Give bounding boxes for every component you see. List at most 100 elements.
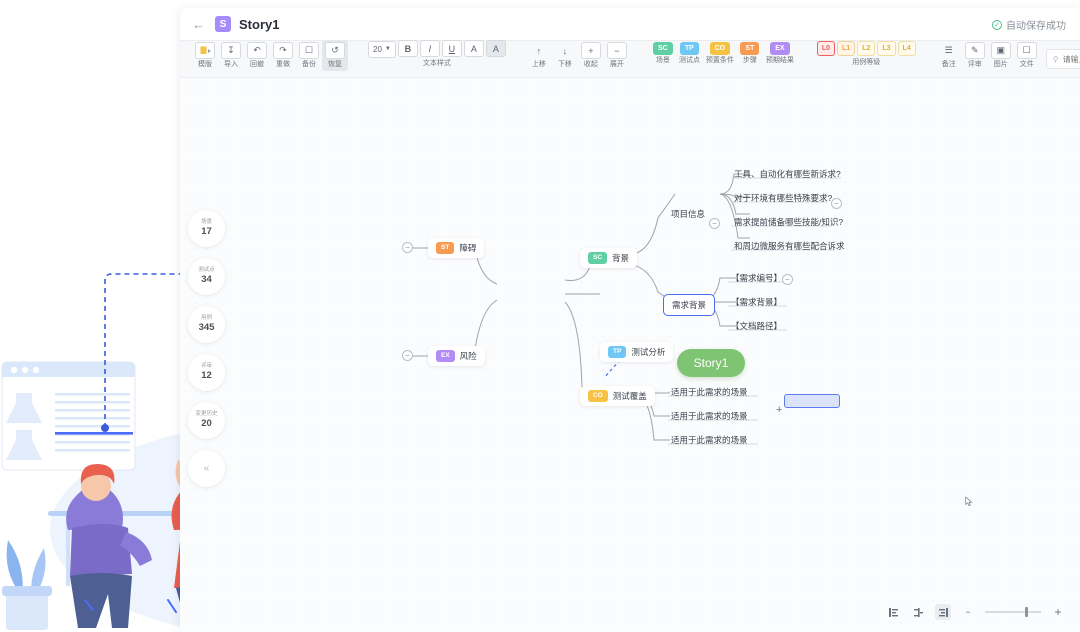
stat-scene-label: 场景 — [200, 219, 212, 225]
leaf-project-info-2[interactable]: 需求提前储备哪些技能/知识? — [731, 214, 846, 230]
leaf-project-info-1[interactable]: 对于环境有哪些特殊要求? — [731, 190, 835, 206]
backup-button[interactable]: ☐ 备份 — [296, 40, 322, 71]
node-test-analysis[interactable]: TP 测试分析 — [600, 342, 674, 362]
step-tag: ST — [740, 42, 760, 55]
case-type-testpoint-label: 测试点 — [678, 57, 700, 64]
expand-icon: − — [606, 42, 627, 59]
collapse-toggle-obstacle[interactable]: − — [402, 242, 413, 253]
import-button[interactable]: ↧ 导入 — [218, 40, 244, 71]
level-l1-button[interactable]: L1 — [837, 41, 856, 56]
back-arrow-icon[interactable]: ← — [192, 17, 205, 32]
undo-button[interactable]: ↶ 回撤 — [244, 40, 270, 71]
expand-button[interactable]: − 展开 — [604, 40, 630, 71]
file-button[interactable]: ☐ 文件 — [1014, 40, 1040, 71]
layout-left-icon[interactable] — [885, 604, 901, 620]
collapse-toggle-project-info[interactable]: − — [709, 218, 720, 229]
case-type-testpoint-button[interactable]: TP 测试点 — [676, 40, 703, 67]
level-l2-button[interactable]: L2 — [857, 41, 876, 56]
leaf-project-info-0[interactable]: 工具、自动化有哪些新诉求? — [731, 166, 844, 182]
image-button[interactable]: ▣ 图片 — [988, 40, 1014, 71]
search-box[interactable]: ⚲ — [1045, 49, 1080, 69]
template-button[interactable]: 模版 — [192, 40, 218, 71]
node-obstacle-label: 障碍 — [459, 243, 477, 253]
underline-button[interactable]: U — [441, 40, 462, 57]
scene-tag: SC — [588, 252, 608, 264]
template-label: 模版 — [198, 61, 212, 68]
leaf-test-cover-1[interactable]: 适用于此需求的场景 — [668, 408, 751, 424]
stat-case-value: 345 — [198, 322, 215, 333]
expected-tag: EX — [770, 42, 790, 55]
node-new-empty[interactable] — [784, 394, 840, 408]
case-type-step-button[interactable]: ST 步骤 — [737, 40, 763, 67]
node-obstacle[interactable]: ST 障碍 — [428, 238, 485, 258]
restore-button[interactable]: ↺ 恢复 — [322, 40, 348, 71]
stat-change-history-label: 变更历史 — [195, 411, 218, 417]
highlight-color-button[interactable]: A — [485, 40, 506, 57]
collapse-toggle-req-bg-0[interactable]: − — [782, 274, 793, 285]
zoom-slider[interactable] — [985, 607, 1041, 617]
node-test-coverage[interactable]: CO 测试覆盖 — [580, 386, 655, 406]
mindmap-canvas[interactable]: Story1 SC 背景 项目信息 − 工具、自动化有哪些新诉求? 对于环境有哪… — [180, 78, 1080, 632]
zoom-slider-handle[interactable] — [1025, 607, 1028, 617]
move-down-label: 下移 — [557, 61, 572, 68]
stat-review[interactable]: 评审 12 — [188, 354, 225, 391]
stat-change-history[interactable]: 变更历史 20 — [188, 402, 225, 439]
node-project-info[interactable]: 项目信息 — [667, 206, 709, 222]
add-node-icon[interactable]: + — [776, 404, 782, 416]
bold-button[interactable]: B — [397, 40, 418, 57]
zoom-out-button[interactable]: − — [960, 604, 976, 620]
search-input[interactable] — [1062, 54, 1080, 64]
node-requirement-background[interactable]: 需求背景 — [663, 294, 716, 316]
node-scene-background[interactable]: SC 背景 — [580, 248, 638, 268]
move-down-button[interactable]: ↓ 下移 — [552, 40, 578, 71]
doc-type-badge: S — [215, 16, 231, 32]
stat-case[interactable]: 用例 345 — [188, 306, 225, 343]
zoom-in-button[interactable]: + — [1050, 604, 1066, 620]
import-label: 导入 — [224, 61, 238, 68]
move-up-button[interactable]: ↑ 上移 — [526, 40, 552, 71]
undo-icon: ↶ — [247, 42, 267, 59]
stat-scene[interactable]: 场景 17 — [188, 210, 225, 247]
leaf-test-cover-2[interactable]: 适用于此需求的场景 — [668, 432, 751, 448]
leaf-project-info-3[interactable]: 和周边微服务有哪些配合诉求 — [731, 238, 848, 254]
leaf-req-bg-0[interactable]: 【需求编号】 — [728, 270, 785, 286]
level-l4-button[interactable]: L4 — [897, 41, 916, 56]
redo-button[interactable]: ↷ 重做 — [270, 40, 296, 71]
font-color-button[interactable]: A — [463, 40, 484, 57]
layout-right-icon[interactable] — [935, 604, 951, 620]
note-button[interactable]: ☰ 备注 — [936, 40, 962, 71]
toolbar-group-case-type: SC 场景 TP 测试点 CO 预置条件 ST 步骤 EX 预期结果 — [644, 40, 803, 78]
layout-center-icon[interactable] — [910, 604, 926, 620]
central-node[interactable]: Story1 — [677, 349, 745, 377]
stat-testpoint[interactable]: 测试点 34 — [188, 258, 225, 295]
step-tag: ST — [436, 242, 455, 254]
testpoint-tag: TP — [679, 42, 699, 55]
backup-label: 备份 — [302, 61, 316, 68]
level-l0-button[interactable]: L0 — [816, 41, 836, 56]
level-l3-button[interactable]: L3 — [877, 41, 896, 56]
case-type-scene-button[interactable]: SC 场景 — [650, 40, 676, 67]
collapse-toggle-leaf-1[interactable]: − — [831, 198, 842, 209]
leaf-test-cover-0[interactable]: 适用于此需求的场景 — [668, 384, 751, 400]
font-size-select[interactable]: 20 ▼ — [368, 40, 396, 58]
leaf-req-bg-2[interactable]: 【文档路径】 — [728, 318, 785, 334]
collapse-button[interactable]: + 收起 — [578, 40, 604, 71]
case-type-precondition-button[interactable]: CO 预置条件 — [703, 40, 737, 67]
precondition-tag: CO — [588, 390, 608, 402]
plant-pot — [2, 540, 52, 630]
chevron-left-icon: « — [203, 463, 210, 474]
node-test-coverage-label: 测试覆盖 — [612, 391, 647, 401]
stats-rail-collapse-button[interactable]: « — [188, 450, 225, 487]
stats-rail: 场景 17 测试点 34 用例 345 评审 12 变更历史 20 « — [188, 210, 228, 487]
case-type-expected-button[interactable]: EX 预期结果 — [763, 40, 797, 67]
restore-label: 恢复 — [328, 61, 342, 68]
collapse-toggle-risk[interactable]: − — [402, 350, 413, 361]
review-button[interactable]: ✎ 评审 — [962, 40, 988, 71]
arrow-up-icon: ↑ — [536, 45, 542, 56]
leaf-req-bg-1[interactable]: 【需求背景】 — [728, 294, 785, 310]
image-label: 图片 — [993, 61, 1008, 68]
toolbar-group-file: 模版 ↧ 导入 ↶ 回撤 ↷ 重做 ☐ 备份 ↺ 恢复 — [186, 40, 354, 78]
node-risk[interactable]: EX 风险 — [428, 346, 485, 366]
italic-button[interactable]: I — [419, 40, 440, 57]
case-type-expected-label: 预期结果 — [765, 57, 794, 64]
